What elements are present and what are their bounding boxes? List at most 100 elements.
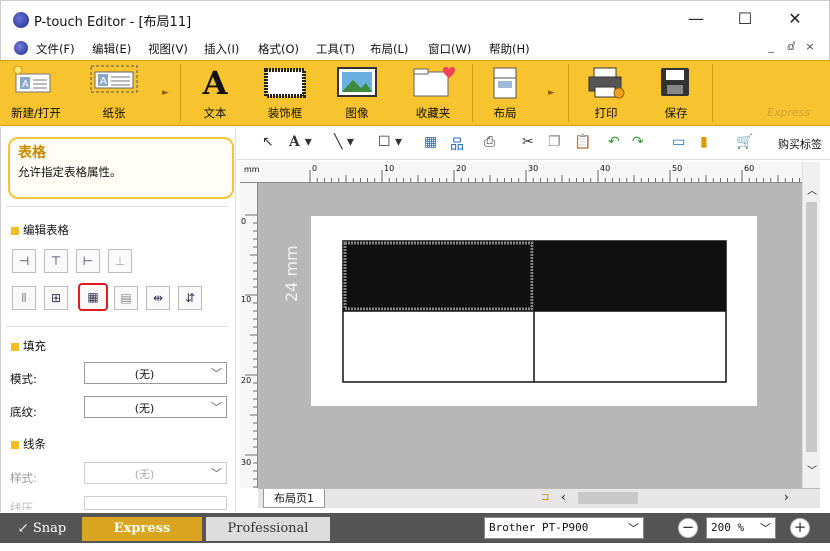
insert-row-below-button[interactable]: ⊥ <box>108 249 132 273</box>
ribbon-expand-arrow[interactable]: ► <box>548 88 555 98</box>
merge-cells-button[interactable]: ▦ <box>78 283 108 311</box>
table-object[interactable] <box>340 238 730 386</box>
layout-window-icon[interactable]: ▭ <box>672 134 685 150</box>
menu-insert[interactable]: 插入(I) <box>204 41 239 57</box>
fill-mode-select[interactable]: (无) ﹀ <box>84 362 227 384</box>
menu-layout[interactable]: 布局(L) <box>370 41 408 57</box>
line-style-select[interactable]: (无) ﹀ <box>84 462 227 484</box>
row-height-button[interactable]: ⇵ <box>178 286 202 310</box>
printer-select[interactable]: Brother PT-P900 ﹀ <box>484 517 644 539</box>
insert-column-left-button[interactable]: ⊣ <box>12 249 36 273</box>
paper-label: 纸张 <box>102 106 126 120</box>
line-weight-select[interactable] <box>84 496 227 510</box>
copy-icon[interactable]: ❐ <box>548 134 561 150</box>
ribbon-expand-arrow[interactable]: ► <box>162 88 169 98</box>
page-navigator-icon[interactable]: ⊐ <box>541 492 549 503</box>
edit-table-heading: 编辑表格 <box>11 222 69 238</box>
database-cylinder-icon[interactable]: ▮ <box>700 134 708 150</box>
lines-heading: 线条 <box>11 436 46 452</box>
database-icon[interactable]: 品 <box>450 134 464 154</box>
buy-labels-link[interactable]: 购买标签 <box>778 136 826 152</box>
document-icon[interactable] <box>14 41 28 55</box>
ruler-label-10: 10 <box>384 164 395 173</box>
distribute-columns-button[interactable]: ⊞ <box>44 286 68 310</box>
paper-button[interactable]: A 纸张 <box>78 60 150 126</box>
shading-select[interactable]: (无) ﹀ <box>84 396 227 418</box>
menu-tools[interactable]: 工具(T) <box>316 41 355 57</box>
mdi-minimize-button[interactable]: _ <box>764 40 778 53</box>
scroll-thumb[interactable] <box>806 202 817 452</box>
image-button[interactable]: 图像 <box>326 60 388 126</box>
shading-label: 底纹: <box>10 405 37 419</box>
menu-help[interactable]: 帮助(H) <box>489 41 530 57</box>
save-button[interactable]: 保存 <box>644 60 708 126</box>
layout-label: 布局 <box>493 106 517 120</box>
mdi-restore-button[interactable]: ⅆ <box>784 40 798 53</box>
minus-icon: − <box>681 518 695 536</box>
menu-edit[interactable]: 编辑(E) <box>92 41 131 57</box>
chevron-down-icon: ﹀ <box>211 467 222 480</box>
menu-view[interactable]: 视图(V) <box>148 41 188 57</box>
insert-row-above-button[interactable]: ⊤ <box>44 249 68 273</box>
express-mode-tab[interactable]: Express <box>82 517 202 541</box>
column-width-button[interactable]: ⇹ <box>146 286 170 310</box>
text-tool-icon[interactable]: A ▾ <box>289 134 312 150</box>
maximize-button[interactable]: ☐ <box>730 8 760 30</box>
chevron-down-icon: ﹀ <box>211 401 222 414</box>
favorites-button[interactable]: 收藏夹 <box>398 60 468 126</box>
frame-label: 装饰框 <box>267 106 303 120</box>
menu-format[interactable]: 格式(O) <box>258 41 299 57</box>
close-button[interactable]: ✕ <box>780 8 810 30</box>
text-button[interactable]: A 文本 <box>184 60 246 126</box>
print-preview-icon[interactable]: ⎙ <box>484 134 495 150</box>
express-watermark: Express <box>767 106 811 119</box>
professional-mode-tab[interactable]: Professional <box>206 517 330 541</box>
snap-mode-tab[interactable]: ↙ Snap <box>6 517 78 541</box>
scroll-up-icon[interactable]: ︿ <box>807 182 817 197</box>
table-tool-icon[interactable]: ▦ <box>424 134 437 150</box>
split-columns-button[interactable]: ⫴ <box>12 286 36 310</box>
zoom-select[interactable]: 200 % ﹀ <box>706 517 776 539</box>
new-open-label: 新建/打开 <box>11 106 61 120</box>
split-columns-icon: ⫴ <box>21 291 27 305</box>
vertical-scrollbar[interactable]: ︿ ﹀ <box>802 162 820 488</box>
scroll-left-icon[interactable]: ‹ <box>561 490 566 504</box>
minimize-button[interactable]: — <box>681 8 711 30</box>
insert-row-icon: ⊤ <box>50 254 62 268</box>
zoom-out-button[interactable]: − <box>678 518 698 538</box>
shopping-cart-icon[interactable]: 🛒 <box>736 134 753 150</box>
insert-column-right-button[interactable]: ⊢ <box>76 249 100 273</box>
scroll-down-icon[interactable]: ﹀ <box>807 462 817 477</box>
ruler-label-40: 40 <box>600 164 611 173</box>
ruler-label-30: 30 <box>528 164 539 173</box>
layout-button[interactable]: 布局 <box>476 60 534 126</box>
redo-icon[interactable]: ↷ <box>632 134 644 150</box>
rectangle-tool-icon[interactable]: ☐ ▾ <box>378 134 402 150</box>
paste-icon[interactable]: 📋 <box>574 134 591 150</box>
image-label: 图像 <box>345 106 369 120</box>
tip-title: 表格 <box>18 145 46 161</box>
menu-file[interactable]: 文件(F) <box>36 41 75 57</box>
frame-button[interactable]: 装饰框 <box>250 60 320 126</box>
page-tab[interactable]: 布局页1 <box>263 489 325 508</box>
chevron-down-icon: ﹀ <box>760 522 771 535</box>
undo-icon[interactable]: ↶ <box>608 134 620 150</box>
chevron-down-icon: ﹀ <box>628 522 639 535</box>
horizontal-scroll-thumb[interactable] <box>578 492 638 504</box>
line-style-value: (无) <box>134 468 155 481</box>
cut-icon[interactable]: ✂ <box>522 134 534 150</box>
column-width-icon: ⇹ <box>152 291 164 305</box>
new-open-button[interactable]: A 新建/打开 <box>2 60 70 126</box>
line-tool-icon[interactable]: ╲ ▾ <box>334 134 354 150</box>
scroll-right-icon[interactable]: › <box>784 490 789 504</box>
menu-window[interactable]: 窗口(W) <box>428 41 471 57</box>
distribute-columns-icon: ⊞ <box>50 291 62 305</box>
zoom-in-button[interactable]: + <box>790 518 810 538</box>
select-arrow-icon[interactable]: ↖ <box>262 134 274 150</box>
unmerge-cells-button[interactable]: ▤ <box>114 286 138 310</box>
mdi-close-button[interactable]: × <box>803 40 817 53</box>
print-button[interactable]: 打印 <box>574 60 638 126</box>
svg-text:A: A <box>22 79 29 90</box>
zoom-value: 200 % <box>711 521 745 534</box>
fill-mode-value: (无) <box>134 368 155 381</box>
